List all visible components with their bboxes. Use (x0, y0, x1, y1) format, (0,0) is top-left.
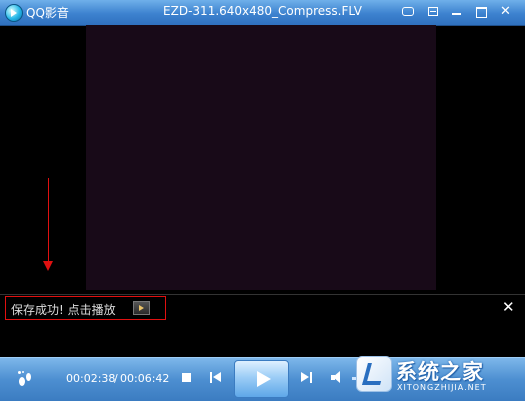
stop-button[interactable] (182, 373, 191, 382)
maximize-icon (476, 7, 487, 18)
main-menu-button[interactable] (424, 4, 441, 20)
menu-icon (427, 7, 438, 16)
watermark-main-text: 系统之家 (396, 360, 484, 384)
notification-close-button[interactable]: ✕ (502, 298, 515, 316)
video-display[interactable] (86, 25, 436, 290)
play-button[interactable] (234, 360, 289, 398)
close-icon: ✕ (500, 4, 511, 19)
window-title: EZD-311.640x480_Compress.FLV (163, 4, 362, 18)
total-time: 00:06:42 (120, 372, 170, 385)
save-success-notification: 保存成功! 点击播放 (5, 296, 166, 320)
app-name: QQ影音 (26, 6, 69, 20)
notification-play-button[interactable] (133, 301, 150, 315)
volume-icon[interactable] (331, 371, 345, 384)
title-bar: QQ影音 EZD-311.640x480_Compress.FLV ✕ (0, 0, 525, 26)
notification-divider (0, 294, 525, 295)
next-button[interactable] (301, 372, 313, 383)
time-separator: / (114, 372, 118, 385)
footprint-icon[interactable] (18, 371, 32, 387)
notification-message: 保存成功! 点击播放 (11, 303, 116, 317)
current-time: 00:02:38 (66, 372, 116, 385)
pip-button[interactable] (399, 4, 416, 20)
pip-icon (401, 7, 414, 16)
close-button[interactable]: ✕ (497, 4, 514, 20)
annotation-arrow-shaft (48, 178, 49, 263)
watermark-sub-text: XITONGZHIJIA.NET (397, 383, 487, 392)
annotation-arrow-head-icon (43, 261, 53, 271)
watermark-logo-icon (356, 356, 392, 392)
previous-button[interactable] (210, 372, 222, 383)
maximize-button[interactable] (473, 4, 490, 20)
qq-player-logo-icon (5, 4, 23, 22)
minimize-icon (452, 13, 461, 15)
site-watermark: 系统之家 XITONGZHIJIA.NET (352, 350, 522, 398)
minimize-button[interactable] (448, 4, 465, 20)
